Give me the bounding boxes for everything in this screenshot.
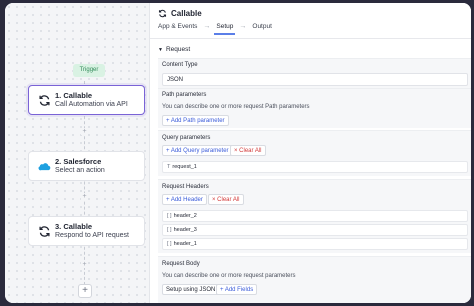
query-param-row[interactable]: Trequest_1 — [162, 161, 468, 173]
add-step-plus[interactable]: + — [81, 193, 88, 200]
tab-app-events[interactable]: App & Events — [158, 23, 197, 30]
config-panel: Callable App & Events → Setup → Output ▼… — [149, 3, 471, 303]
step-tabs: App & Events → Setup → Output — [158, 23, 272, 35]
tab-setup[interactable]: Setup — [214, 23, 236, 35]
node-title: 3. Callable — [55, 222, 93, 231]
panel-title: Callable — [158, 9, 202, 18]
flow-node-callable-trigger[interactable]: 1. Callable Call Automation via API — [28, 85, 145, 115]
node-subtitle: Call Automation via API — [55, 101, 128, 108]
header-row[interactable]: [ ] header_2 — [162, 210, 468, 222]
request-body-group: Request Body You can describe one or mor… — [158, 256, 471, 303]
arrow-right-icon: → — [239, 23, 247, 30]
content-type-label: Content Type — [162, 62, 198, 68]
add-path-parameter-label: Add Path parameter — [170, 118, 225, 124]
add-step-plus[interactable]: + — [81, 261, 88, 268]
add-header-button[interactable]: + Add Header — [162, 194, 207, 205]
sync-icon — [158, 9, 167, 18]
panel-header: Callable App & Events → Setup → Output — [150, 3, 471, 39]
sync-icon — [39, 226, 50, 237]
content-type-select[interactable]: JSON — [162, 73, 468, 86]
caret-down-icon: ▼ — [158, 46, 163, 53]
node-title: 2. Salesforce — [55, 157, 102, 166]
header-name: header_3 — [173, 227, 197, 233]
path-params-group: Path parameters You can describe one or … — [158, 88, 471, 128]
node-subtitle: Select an action — [55, 167, 105, 174]
salesforce-cloud-icon — [38, 163, 51, 171]
section-request[interactable]: ▼ Request — [158, 46, 190, 53]
path-params-hint: You can describe one or more request Pat… — [162, 104, 310, 110]
node-subtitle: Respond to API request — [55, 232, 129, 239]
add-fields-label: Add Fields — [224, 287, 254, 293]
header-name: header_2 — [173, 213, 197, 219]
arrow-right-icon: → — [203, 23, 211, 30]
panel-body: ▼ Request Content Type JSON Path paramet… — [150, 40, 471, 303]
flow-node-salesforce[interactable]: 2. Salesforce Select an action — [28, 151, 145, 181]
add-header-label: Add Header — [170, 197, 203, 203]
header-name: header_1 — [173, 241, 197, 247]
add-step-plus[interactable]: + — [81, 128, 88, 135]
header-row[interactable]: [ ] header_1 — [162, 238, 468, 250]
trigger-badge: Trigger — [73, 64, 105, 77]
setup-using-json-button[interactable]: Setup using JSON — [162, 284, 220, 295]
node-title: 1. Callable — [55, 91, 93, 100]
add-fields-button[interactable]: + Add Fields — [216, 284, 258, 295]
flow-node-callable-response[interactable]: 3. Callable Respond to API request — [28, 216, 145, 246]
request-headers-group: Request Headers + Add Header × Clear All… — [158, 179, 471, 253]
add-path-parameter-button[interactable]: + Add Path parameter — [162, 115, 229, 126]
section-title-text: Request — [165, 46, 191, 53]
query-params-label: Query parameters — [162, 135, 211, 141]
flow-canvas[interactable]: Trigger 1. Callable Call Automation via … — [5, 3, 149, 303]
query-param-name: request_1 — [172, 164, 197, 170]
brackets-icon: [ ] — [167, 241, 172, 247]
header-row[interactable]: [ ] header_3 — [162, 224, 468, 236]
sync-icon — [39, 95, 50, 106]
panel-title-text: Callable — [171, 9, 202, 18]
query-params-group: Query parameters + Add Query parameter ×… — [158, 130, 471, 176]
app-window: Trigger 1. Callable Call Automation via … — [5, 3, 471, 303]
text-type-icon: T — [167, 164, 171, 170]
clear-all-label: Clear All — [217, 197, 240, 203]
request-body-hint: You can describe one or more request par… — [162, 273, 296, 279]
content-type-group: Content Type JSON — [158, 58, 471, 88]
clear-all-label: Clear All — [239, 148, 262, 154]
tab-output[interactable]: Output — [252, 23, 272, 30]
add-query-parameter-label: Add Query parameter — [170, 148, 229, 154]
add-query-parameter-button[interactable]: + Add Query parameter — [162, 145, 233, 156]
request-body-label: Request Body — [162, 261, 200, 267]
brackets-icon: [ ] — [167, 227, 172, 233]
clear-all-query-button[interactable]: × Clear All — [230, 145, 266, 156]
brackets-icon: [ ] — [167, 213, 172, 219]
request-headers-label: Request Headers — [162, 184, 209, 190]
add-step-button[interactable]: + — [78, 284, 92, 298]
clear-all-headers-button[interactable]: × Clear All — [208, 194, 244, 205]
path-params-label: Path parameters — [162, 92, 207, 98]
